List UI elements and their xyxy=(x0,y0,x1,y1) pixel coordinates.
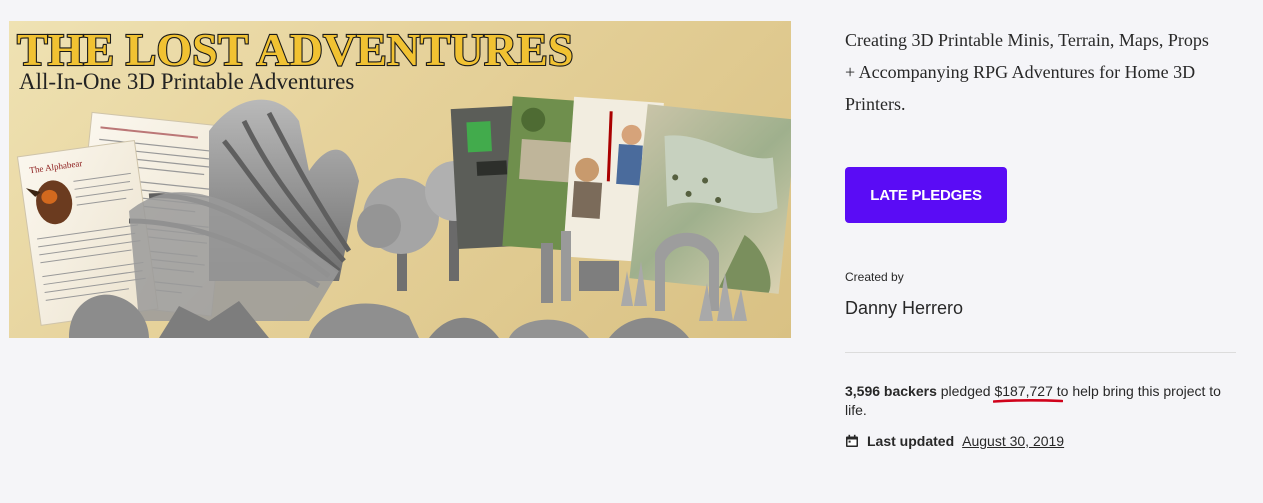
calendar-icon xyxy=(846,434,858,447)
divider xyxy=(845,352,1236,353)
last-updated-label: Last updated xyxy=(867,433,955,449)
project-blurb: Creating 3D Printable Minis, Terrain, Ma… xyxy=(845,30,1209,114)
creator-name-link[interactable]: Danny Herrero xyxy=(845,298,963,319)
backers-count: 3,596 backers xyxy=(845,383,937,399)
pledged-amount: $187,727 xyxy=(994,383,1053,399)
hero-title: THE LOST ADVENTURES xyxy=(17,24,573,75)
last-updated: Last updated August 30, 2019 xyxy=(845,433,1064,449)
hero-subtitle: All-In-One 3D Printable Adventures xyxy=(19,69,354,94)
red-annotation-underline xyxy=(993,399,1064,403)
created-by-label: Created by xyxy=(845,270,904,284)
funding-stats: 3,596 backers pledged $187,727 to help b… xyxy=(845,382,1237,420)
last-updated-date-link[interactable]: August 30, 2019 xyxy=(962,433,1064,449)
project-hero-image[interactable]: THE LOST ADVENTURES All-In-One 3D Printa… xyxy=(9,21,791,338)
pledged-word: pledged xyxy=(940,383,991,399)
hero-illustration: THE LOST ADVENTURES All-In-One 3D Printa… xyxy=(16,23,791,338)
late-pledges-button[interactable]: LATE PLEDGES xyxy=(845,167,1007,223)
